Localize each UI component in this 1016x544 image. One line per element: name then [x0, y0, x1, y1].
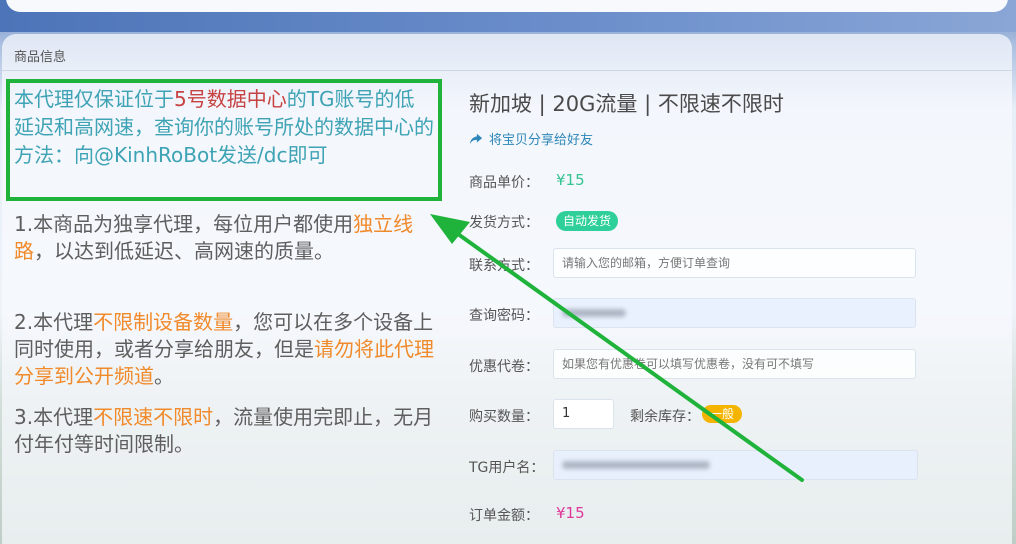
description-2-text-end: 。: [154, 364, 174, 388]
total-value: ¥15: [556, 504, 585, 522]
product-title: 新加坡 | 20G流量 | 不限速不限时: [469, 92, 784, 116]
share-arrow-icon: [469, 133, 483, 144]
description-2-text: 2.本代理: [14, 310, 94, 334]
top-card-edge: [6, 0, 1008, 12]
description-1-text: 1.本商品为独享代理，每位用户都使用: [14, 212, 354, 236]
description-1: 1.本商品为独享代理，每位用户都使用独立线路，以达到低延迟、高网速的质量。: [14, 211, 434, 265]
description-3-highlight: 不限速不限时: [93, 405, 214, 429]
coupon-input[interactable]: 如果您有优惠卷可以填写优惠卷，没有可不填写: [553, 349, 916, 379]
delivery-badge: 自动发货: [556, 211, 619, 231]
total-label: 订单金额：: [469, 508, 539, 524]
delivery-label: 发货方式：: [469, 215, 539, 231]
description-1-text-end: ，以达到低延迟、高网速的质量。: [34, 239, 334, 263]
notice-text: 本代理仅保证位于5号数据中心的TG账号的低延迟和高网速，查询你的账号所处的数据中…: [14, 85, 434, 169]
quantity-input[interactable]: 1: [553, 399, 614, 429]
header-divider: [2, 70, 1012, 71]
description-2-highlight: 不限制设备数量: [93, 310, 234, 334]
contact-label: 联系方式：: [469, 258, 539, 274]
share-link[interactable]: 将宝贝分享给好友: [469, 129, 593, 148]
share-label: 将宝贝分享给好友: [489, 133, 594, 148]
tg-username-masked-value: [562, 461, 710, 469]
card-header-title: 商品信息: [14, 50, 67, 65]
notice-highlight: 5号数据中心: [174, 87, 287, 111]
stock-badge: 一般: [702, 405, 742, 423]
description-3-text: 3.本代理: [14, 405, 94, 429]
notice-part1: 本代理仅保证位于: [14, 87, 174, 111]
price-label: 商品单价：: [469, 175, 539, 191]
password-masked-value: [562, 309, 626, 317]
stock-label: 剩余库存：: [630, 409, 700, 425]
tg-username-label: TG用户名：: [469, 460, 545, 476]
quantity-label: 购买数量：: [469, 409, 539, 425]
description-2: 2.本代理不限制设备数量，您可以在多个设备上同时使用，或者分享给朋友，但是请勿将…: [14, 309, 434, 390]
password-label: 查询密码：: [469, 308, 539, 324]
tg-username-input[interactable]: [553, 450, 918, 480]
description-3: 3.本代理不限速不限时，流量使用完即止，无月付年付等时间限制。: [14, 404, 434, 458]
coupon-label: 优惠代卷：: [469, 359, 539, 375]
contact-input[interactable]: 请输入您的邮箱，方便订单查询: [553, 248, 916, 278]
password-input[interactable]: [553, 298, 916, 328]
price-value: ¥15: [556, 171, 585, 189]
